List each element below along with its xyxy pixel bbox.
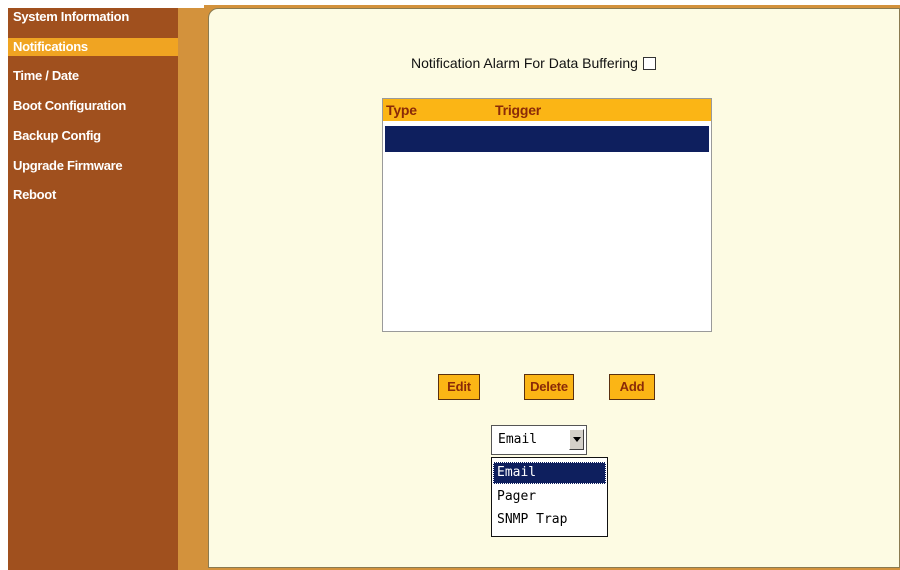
option-snmp-trap[interactable]: SNMP Trap	[493, 509, 606, 531]
notifications-panel: Notification Alarm For Data Buffering Ty…	[208, 8, 900, 568]
alarm-checkbox[interactable]	[642, 56, 656, 70]
panel-divider	[178, 8, 204, 570]
edit-button[interactable]: Edit	[438, 374, 480, 400]
sidebar-item-time-date[interactable]: Time / Date	[13, 67, 79, 85]
main-panel-frame: Notification Alarm For Data Buffering Ty…	[204, 5, 900, 570]
sidebar-item-notifications[interactable]: Notifications	[8, 38, 178, 56]
column-header-trigger[interactable]: Trigger	[495, 102, 541, 118]
sidebar-item-boot-configuration[interactable]: Boot Configuration	[13, 97, 126, 115]
delete-button[interactable]: Delete	[524, 374, 574, 400]
sidebar-item-backup-config[interactable]: Backup Config	[13, 127, 101, 145]
notifications-table: Type Trigger	[382, 98, 712, 332]
select-value: Email	[498, 432, 538, 447]
sidebar-item-reboot[interactable]: Reboot	[13, 186, 56, 204]
notification-type-select[interactable]: Email	[491, 425, 587, 455]
table-row-selected[interactable]	[385, 126, 709, 152]
option-pager[interactable]: Pager	[493, 486, 606, 508]
table-header: Type Trigger	[383, 99, 711, 121]
add-button[interactable]: Add	[609, 374, 655, 400]
option-email[interactable]: Email	[493, 462, 606, 484]
chevron-down-icon[interactable]	[569, 429, 584, 450]
alarm-row: Notification Alarm For Data Buffering	[411, 53, 656, 73]
sidebar-item-upgrade-firmware[interactable]: Upgrade Firmware	[13, 157, 123, 175]
type-options-dropdown: Email Pager SNMP Trap	[491, 457, 608, 537]
sidebar-nav: System Information Notifications Time / …	[8, 8, 178, 570]
alarm-label: Notification Alarm For Data Buffering	[411, 55, 638, 71]
sidebar-item-system-information[interactable]: System Information	[13, 8, 129, 26]
column-header-type[interactable]: Type	[386, 102, 417, 118]
